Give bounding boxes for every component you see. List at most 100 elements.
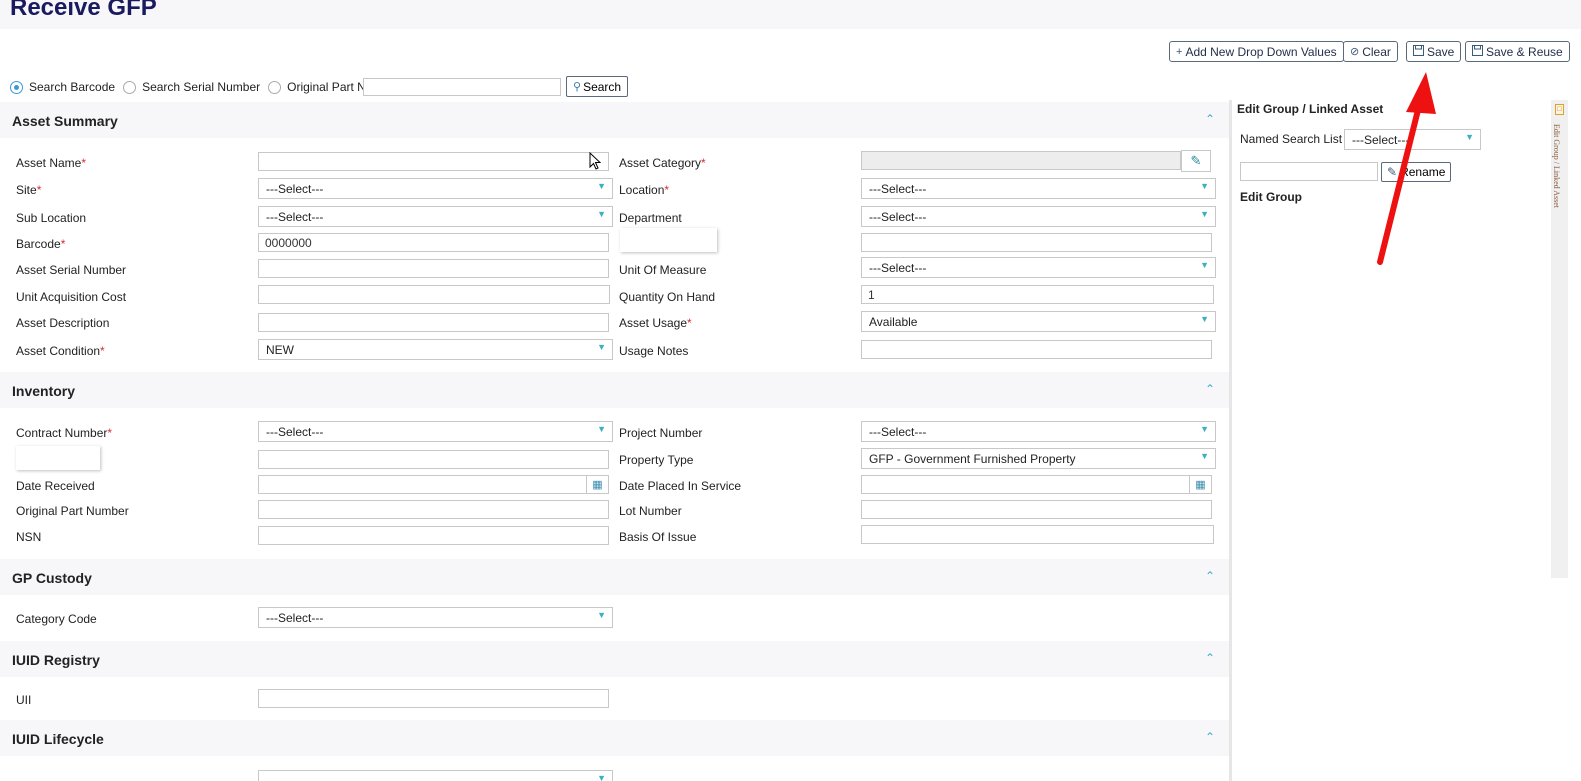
search-input[interactable] [363,78,561,96]
dropdown-arrow-icon: ▼ [597,610,606,620]
barcode-input[interactable]: 0000000 [258,233,609,252]
asset-serial-number-label: Asset Serial Number [16,263,127,277]
unlabeled-input[interactable] [861,233,1212,252]
asset-usage-select[interactable]: Available ▼ [861,311,1216,332]
iuid-lifecycle-select[interactable]: ▼ [258,770,613,781]
add-new-drop-down-values-button[interactable]: + Add New Drop Down Values [1169,41,1344,62]
edit-group-heading: Edit Group [1240,190,1302,204]
main-form: Asset Summary ⌃ Asset Name* Asset Catego… [0,100,1229,781]
iuid-registry-header[interactable]: IUID Registry ⌃ [0,641,1229,677]
save-button[interactable]: Save [1406,41,1462,62]
inventory-header[interactable]: Inventory ⌃ [0,372,1229,408]
gp-custody-header[interactable]: GP Custody ⌃ [0,559,1229,595]
inventory-title: Inventory [12,383,76,399]
chevron-up-icon[interactable]: ⌃ [1205,730,1215,744]
project-number-label: Project Number [619,426,703,440]
asset-usage-label: Asset Usage* [619,316,692,330]
dropdown-arrow-icon: ▼ [1200,209,1209,219]
calendar-icon[interactable]: ▦ [586,476,608,493]
asset-condition-select[interactable]: NEW ▼ [258,339,613,360]
tooltip-box [16,446,100,470]
asset-name-input[interactable] [258,152,609,171]
dropdown-arrow-icon: ▼ [597,209,606,219]
dropdown-arrow-icon: ▼ [1200,181,1209,191]
floppy-icon [1413,44,1424,59]
property-type-select[interactable]: GFP - Government Furnished Property ▼ [861,448,1216,469]
sub-location-label: Sub Location [16,211,87,225]
asset-category-input [861,151,1181,170]
usage-notes-label: Usage Notes [619,344,689,358]
gp-custody-title: GP Custody [12,570,92,586]
asset-category-label: Asset Category* [619,156,706,170]
sub-location-select[interactable]: ---Select--- ▼ [258,206,613,227]
usage-notes-input[interactable] [861,340,1212,359]
chevron-up-icon[interactable]: ⌃ [1205,651,1215,665]
dropdown-arrow-icon: ▼ [597,424,606,434]
dropdown-arrow-icon: ▼ [1465,132,1474,142]
asset-name-label: Asset Name* [16,156,87,170]
ban-icon: ⊘ [1350,46,1360,58]
unit-acquisition-cost-label: Unit Acquisition Cost [16,290,127,304]
asset-description-input[interactable] [258,313,609,332]
quantity-on-hand-input[interactable]: 1 [861,285,1214,304]
chevron-up-icon[interactable]: ⌃ [1205,569,1215,583]
uii-label: UII [16,693,32,707]
edit-group-panel-title: Edit Group / Linked Asset [1237,102,1384,116]
nsn-input[interactable] [258,526,609,545]
clear-label: Clear [1362,44,1391,59]
quantity-on-hand-label: Quantity On Hand [619,290,716,304]
property-type-label: Property Type [619,453,694,467]
search-type-group: Search Barcode Search Serial Number Orig… [10,77,381,97]
original-part-number-input[interactable] [258,500,609,519]
edit-group-side-tab[interactable]: □ Edit Group / Linked Asset [1551,100,1568,578]
date-received-label: Date Received [16,479,95,493]
dropdown-arrow-icon: ▼ [1200,451,1209,461]
search-serial-number-label[interactable]: Search Serial Number [142,80,260,94]
basis-of-issue-label: Basis Of Issue [619,530,697,544]
pencil-icon: ✎ [1190,153,1202,168]
red-arrow-annotation [1377,72,1436,265]
iuid-registry-title: IUID Registry [12,652,100,668]
dropdown-arrow-icon: ▼ [597,342,606,352]
location-select[interactable]: ---Select--- ▼ [861,178,1216,199]
chevron-up-icon[interactable]: ⌃ [1205,382,1215,396]
mouse-cursor-icon [589,152,601,170]
tooltip-box [620,228,717,252]
asset-summary-title: Asset Summary [12,113,118,129]
search-barcode-radio[interactable] [10,80,23,94]
unit-of-measure-select[interactable]: ---Select--- ▼ [861,257,1216,278]
category-code-select[interactable]: ---Select--- ▼ [258,607,613,628]
iuid-lifecycle-header[interactable]: IUID Lifecycle ⌃ [0,720,1229,756]
dropdown-arrow-icon: ▼ [597,773,606,781]
unit-acquisition-cost-input[interactable] [258,285,610,304]
barcode-label: Barcode* [16,237,66,251]
save-and-reuse-button[interactable]: Save & Reuse [1465,41,1570,62]
site-select[interactable]: ---Select--- ▼ [258,178,613,199]
group-name-input[interactable] [1240,162,1378,181]
date-received-input[interactable]: ▦ [258,475,609,494]
contract-number-select[interactable]: ---Select--- ▼ [258,421,613,442]
plus-icon: + [1176,45,1183,58]
chevron-up-icon[interactable]: ⌃ [1205,112,1215,126]
pin-icon[interactable]: □ [1555,104,1564,115]
site-label: Site* [16,183,42,197]
uii-input[interactable] [258,689,609,708]
calendar-icon[interactable]: ▦ [1189,476,1211,493]
department-select[interactable]: ---Select--- ▼ [861,206,1216,227]
asset-serial-number-input[interactable] [258,259,609,278]
search-serial-number-radio[interactable] [123,80,137,94]
unlabeled-inventory-input[interactable] [258,450,609,469]
search-barcode-label[interactable]: Search Barcode [29,80,115,94]
edit-asset-category-button[interactable]: ✎ [1181,150,1211,172]
basis-of-issue-input[interactable] [861,525,1214,544]
date-placed-in-service-input[interactable]: ▦ [861,475,1212,494]
original-part-no-radio[interactable] [268,80,282,94]
search-button[interactable]: ⚲ Search [566,76,629,97]
save-label: Save [1427,44,1455,59]
original-part-no-label[interactable]: Original Part No [287,80,372,94]
lot-number-input[interactable] [861,500,1212,519]
asset-summary-header[interactable]: Asset Summary ⌃ [0,102,1229,138]
clear-button[interactable]: ⊘ Clear [1343,41,1398,62]
asset-condition-label: Asset Condition* [16,344,105,358]
project-number-select[interactable]: ---Select--- ▼ [861,421,1216,442]
